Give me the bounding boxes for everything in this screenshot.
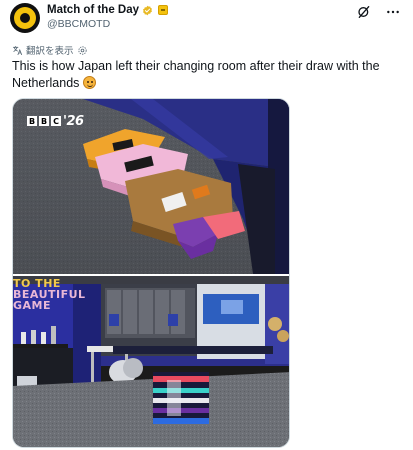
account-avatar[interactable]: [10, 3, 40, 33]
bbc-letter: B: [27, 116, 37, 126]
media-photo-bottom[interactable]: TO THE BEAUTIFUL GAME: [13, 276, 289, 447]
wall-banner-text: TO THE BEAUTIFUL GAME: [13, 278, 86, 311]
post-text: This is how Japan left their changing ro…: [12, 58, 392, 92]
face-emoji: [83, 76, 97, 89]
post-header-actions: [356, 4, 401, 20]
banner-line-3: GAME: [13, 299, 52, 312]
post-card: Match of the Day @BBCMOTD 翻訳を表示 This is …: [0, 0, 413, 450]
translate-link[interactable]: 翻訳を表示: [26, 43, 74, 57]
post-media[interactable]: B B C '26 TO THE BEAUTIFUL GAME: [12, 98, 290, 448]
grok-icon[interactable]: [356, 4, 372, 20]
tournament-logo: '26: [63, 114, 84, 129]
bbc-logo: B B C: [27, 116, 61, 126]
media-photo-top[interactable]: B B C '26: [13, 99, 289, 274]
translate-icon: [12, 45, 23, 55]
display-name[interactable]: Match of the Day: [47, 4, 139, 16]
affiliate-badge-icon: [158, 5, 169, 15]
account-handle[interactable]: @BBCMOTD: [47, 18, 110, 30]
more-options-icon[interactable]: [385, 4, 401, 20]
account-name-row: Match of the Day: [47, 3, 169, 17]
avatar-logo: [14, 7, 36, 29]
settings-icon[interactable]: [77, 45, 88, 56]
translate-row: 翻訳を表示: [12, 43, 88, 57]
verified-badge-icon: [143, 5, 152, 15]
bbc-letter: C: [51, 116, 61, 126]
post-text-body: This is how Japan left their changing ro…: [12, 59, 380, 90]
bbc-letter: B: [39, 116, 49, 126]
